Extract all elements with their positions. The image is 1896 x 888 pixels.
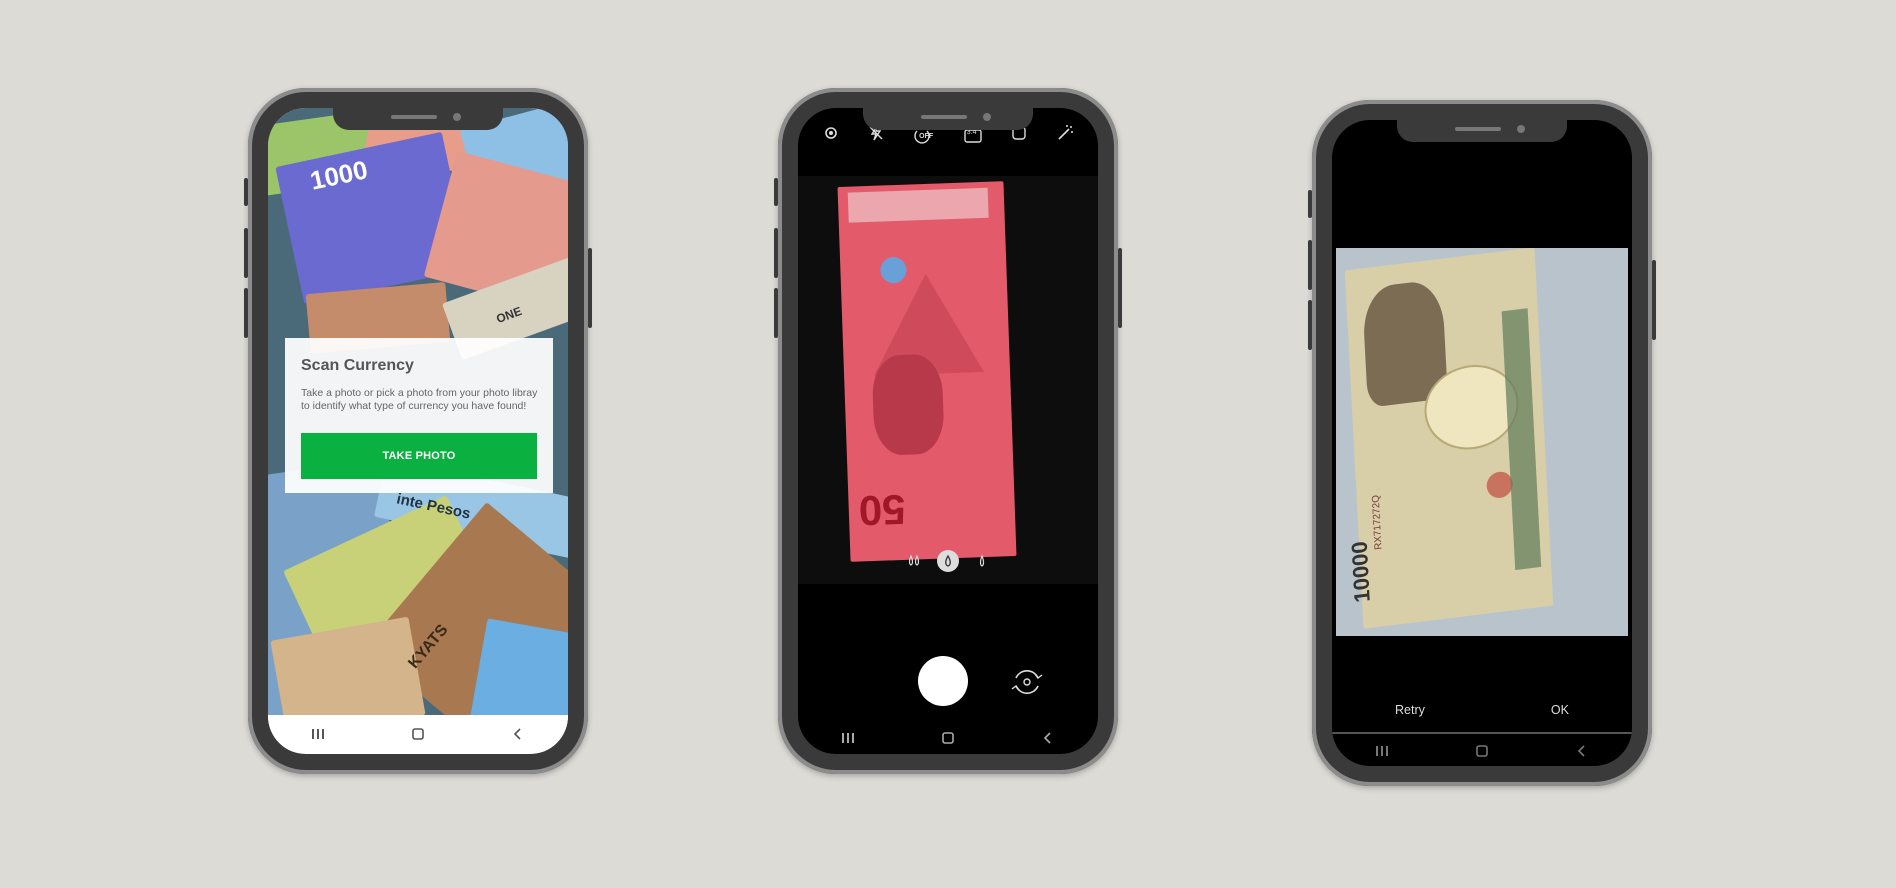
banknote-number: 50 [858,485,907,535]
notch [863,108,1033,130]
android-nav-bar [798,720,1098,754]
shutter-button[interactable] [918,656,968,706]
back-icon[interactable] [1036,728,1060,748]
switch-camera-icon[interactable] [1008,663,1046,701]
notch [333,108,503,130]
android-nav-bar [1332,736,1632,766]
effects-icon[interactable] [1056,124,1074,147]
banknote-serial: RX717272Q [1370,494,1385,551]
notch [1397,120,1567,142]
home-icon[interactable] [406,724,430,744]
yen-banknote: 10000 RX717272Q [1344,248,1554,629]
settings-icon[interactable] [822,124,840,147]
photo-review-screen: 10000 RX717272Q Retry OK [1332,120,1632,766]
camera-preview[interactable]: 50 [798,176,1098,584]
card-title: Scan Currency [301,357,414,374]
filter-selector [798,550,1098,572]
scan-currency-card: Scan Currency Take a photo or pick a pho… [285,338,553,493]
home-icon[interactable] [1470,741,1494,761]
peso-banknote: 50 [837,181,1017,562]
home-icon[interactable] [936,728,960,748]
divider [1332,732,1632,734]
camera-screen: OFF 3:4 50 [798,108,1098,754]
captured-photo: 10000 RX717272Q [1336,248,1628,636]
recents-icon[interactable] [306,724,330,744]
filter-3-icon[interactable] [971,550,993,572]
review-actions: Retry OK [1332,702,1632,718]
phone-camera-screen: OFF 3:4 50 [774,88,1122,774]
retry-button[interactable]: Retry [1389,702,1431,718]
recents-icon[interactable] [836,728,860,748]
phone-review-screen: 10000 RX717272Q Retry OK [1308,100,1656,786]
filter-1-icon[interactable] [903,550,925,572]
ok-button[interactable]: OK [1545,702,1575,718]
android-nav-bar [268,716,568,752]
filter-2-icon[interactable] [937,550,959,572]
banknote-number: 10000 [1346,540,1375,604]
card-description: Take a photo or pick a photo from your p… [301,387,538,412]
phone-scan-screen: 1000 inte Pesos KYATS ONE Scan Currency … [244,88,592,774]
back-icon[interactable] [1570,741,1594,761]
recents-icon[interactable] [1370,741,1394,761]
scan-screen: 1000 inte Pesos KYATS ONE Scan Currency … [268,108,568,754]
back-icon[interactable] [506,724,530,744]
timer-label: OFF [919,132,934,140]
take-photo-button[interactable]: TAKE PHOTO [301,433,537,479]
